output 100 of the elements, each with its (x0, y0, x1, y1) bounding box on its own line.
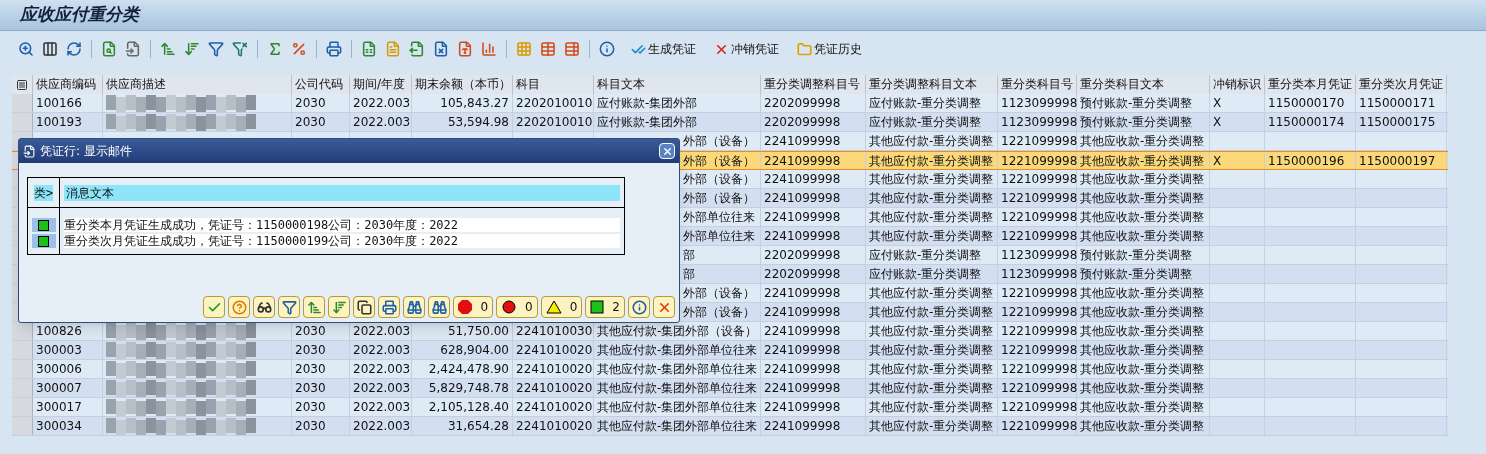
sort-ascending-button[interactable] (303, 296, 326, 318)
text-icon (385, 41, 401, 57)
table-cell-text: 2241010020 (516, 342, 593, 359)
row-selector[interactable] (12, 322, 33, 340)
table-cell-text: 2022.003 (353, 323, 411, 340)
sort-descending-icon (184, 41, 200, 57)
table-cell-text: 100826 (36, 323, 82, 340)
table-cell-text: 2030 (295, 342, 326, 359)
table-cell-text: 1221099998 (1001, 323, 1078, 340)
table-cell-text: 2241099998 (764, 304, 841, 321)
table-cell-text: 2022.003 (353, 361, 411, 378)
sort-ascending-icon (160, 41, 176, 57)
table-cell-text: 2022.003 (353, 399, 411, 416)
table-cell-text: 2241099998 (764, 342, 841, 359)
table-cell-text: 2022.003 (353, 380, 411, 397)
table-cell-text: 2030 (295, 114, 326, 131)
table-cell-text: 1221099998 (1001, 152, 1078, 170)
table-cell-text: 应付账款-集团外部 (597, 95, 698, 112)
table-cell-text: 应付账款-重分类调整 (869, 114, 982, 131)
table-cell-text: 外部（设备） (683, 133, 755, 150)
glasses-button[interactable] (253, 296, 276, 318)
table-cell-text: 外部（设备） (683, 152, 755, 170)
detail-icon[interactable] (16, 39, 36, 59)
toolbar-button[interactable]: 生成凭证 (627, 38, 700, 60)
toolbar-button[interactable]: 凭证历史 (793, 38, 866, 60)
table-cell-text: 1221099998 (1001, 399, 1078, 416)
table-cell-text: 1221099998 (1001, 171, 1078, 188)
table-cell-text: 其他应收款-重分类调整 (1080, 285, 1205, 302)
select-icon (101, 41, 117, 57)
message-column-header[interactable]: 消息文本 (64, 184, 620, 201)
table-cell-text: 其他应付款-集团外部单位往来 (597, 418, 758, 435)
copy-button[interactable] (353, 296, 376, 318)
message-filter-button[interactable]: 0 (540, 296, 583, 318)
table-cell-text: 2241099998 (764, 228, 841, 245)
table-icon (540, 41, 556, 57)
table-cell-text: 其他应付款-集团外部单位往来 (597, 361, 758, 378)
table-cell-text: 31,654.28 (447, 418, 509, 435)
table-cell-text: 其他应收款-重分类调整 (1080, 152, 1205, 170)
error-icon (501, 299, 518, 315)
table-icon[interactable] (538, 39, 558, 59)
table-cell-text: 部 (683, 247, 695, 264)
table-cell-text: 1221099998 (1001, 342, 1078, 359)
table-cell-text: 2030 (295, 380, 326, 397)
message-text: 重分类次月凭证生成成功，凭证号：1150000199公司：2030年度：2022 (64, 234, 620, 248)
layout-icon (564, 41, 580, 57)
close-button[interactable] (659, 143, 675, 159)
print-icon[interactable] (324, 39, 344, 59)
table-cell-text: 其他应收款-重分类调整 (1080, 418, 1205, 435)
table-cell-text: 2030 (295, 361, 326, 378)
table-cell-text: 1221099998 (1001, 380, 1078, 397)
table-cell-text: 其他应付款-集团外部（设备） (597, 323, 758, 340)
table-cell-text: 1221099998 (1001, 228, 1078, 245)
chart-icon[interactable] (479, 39, 499, 59)
search-next-button[interactable] (428, 296, 451, 318)
table-cell-text: 300003 (36, 342, 82, 359)
table-cell-text: 51,750.00 (447, 323, 509, 340)
type-column-header[interactable]: 类> (33, 184, 54, 201)
info-icon[interactable] (597, 39, 617, 59)
toolbar-button[interactable]: 冲销凭证 (710, 38, 783, 60)
layout-icon[interactable] (562, 39, 582, 59)
table-cell-text: 其他应付款-重分类调整 (869, 152, 994, 170)
info-button[interactable] (628, 296, 650, 318)
confirm-button[interactable] (203, 296, 226, 318)
table-cell-text: 2202010010 (516, 114, 593, 131)
table-cell-text: 628,904.00 (440, 342, 509, 359)
table-cell-text: 2022.003 (353, 114, 411, 131)
table-cell-text: 300017 (36, 399, 82, 416)
table-cell-text: 2030 (295, 418, 326, 435)
columns-icon[interactable] (40, 39, 60, 59)
chart-icon (481, 41, 497, 57)
table-cell-text: 53,594.98 (447, 114, 509, 131)
table-cell-text: 105,843.27 (440, 95, 509, 112)
message-filter-button[interactable]: 0 (453, 296, 494, 318)
table-cell-text: 2241099998 (764, 152, 841, 170)
table-cell-text: 应付账款-重分类调整 (869, 95, 982, 112)
cancel-button[interactable] (653, 296, 675, 318)
table-cell-text: 2202010010 (516, 95, 593, 112)
table-cell-text: 1221099998 (1001, 190, 1078, 207)
table-cell-text: 2030 (295, 323, 326, 340)
message-filter-button[interactable]: 0 (496, 296, 538, 318)
table-cell-text: 2202099998 (764, 266, 841, 283)
print-icon (326, 41, 342, 57)
print-button[interactable] (378, 296, 401, 318)
table-cell-text: 1150000197 (1359, 152, 1436, 170)
sort-descending-button[interactable] (328, 296, 351, 318)
message-filter-button[interactable]: 2 (585, 296, 625, 318)
table-cell-text: X (1213, 114, 1222, 131)
table-cell-text: 其他应收款-重分类调整 (1080, 380, 1205, 397)
spreadsheet-icon (361, 41, 377, 57)
filter-remove-icon[interactable] (230, 39, 250, 59)
refresh-icon[interactable] (64, 39, 84, 59)
filter-button[interactable] (278, 296, 301, 318)
search-button[interactable] (403, 296, 426, 318)
sort-descending-icon (331, 299, 347, 315)
filter-icon[interactable] (206, 39, 226, 59)
file-delete-icon (433, 41, 449, 57)
table-cell-text: 其他应付款-重分类调整 (869, 304, 994, 321)
table-cell-text: 1221099998 (1001, 209, 1078, 226)
filter-icon (281, 299, 297, 315)
table-cell-text: 应付账款-重分类调整 (869, 247, 982, 264)
